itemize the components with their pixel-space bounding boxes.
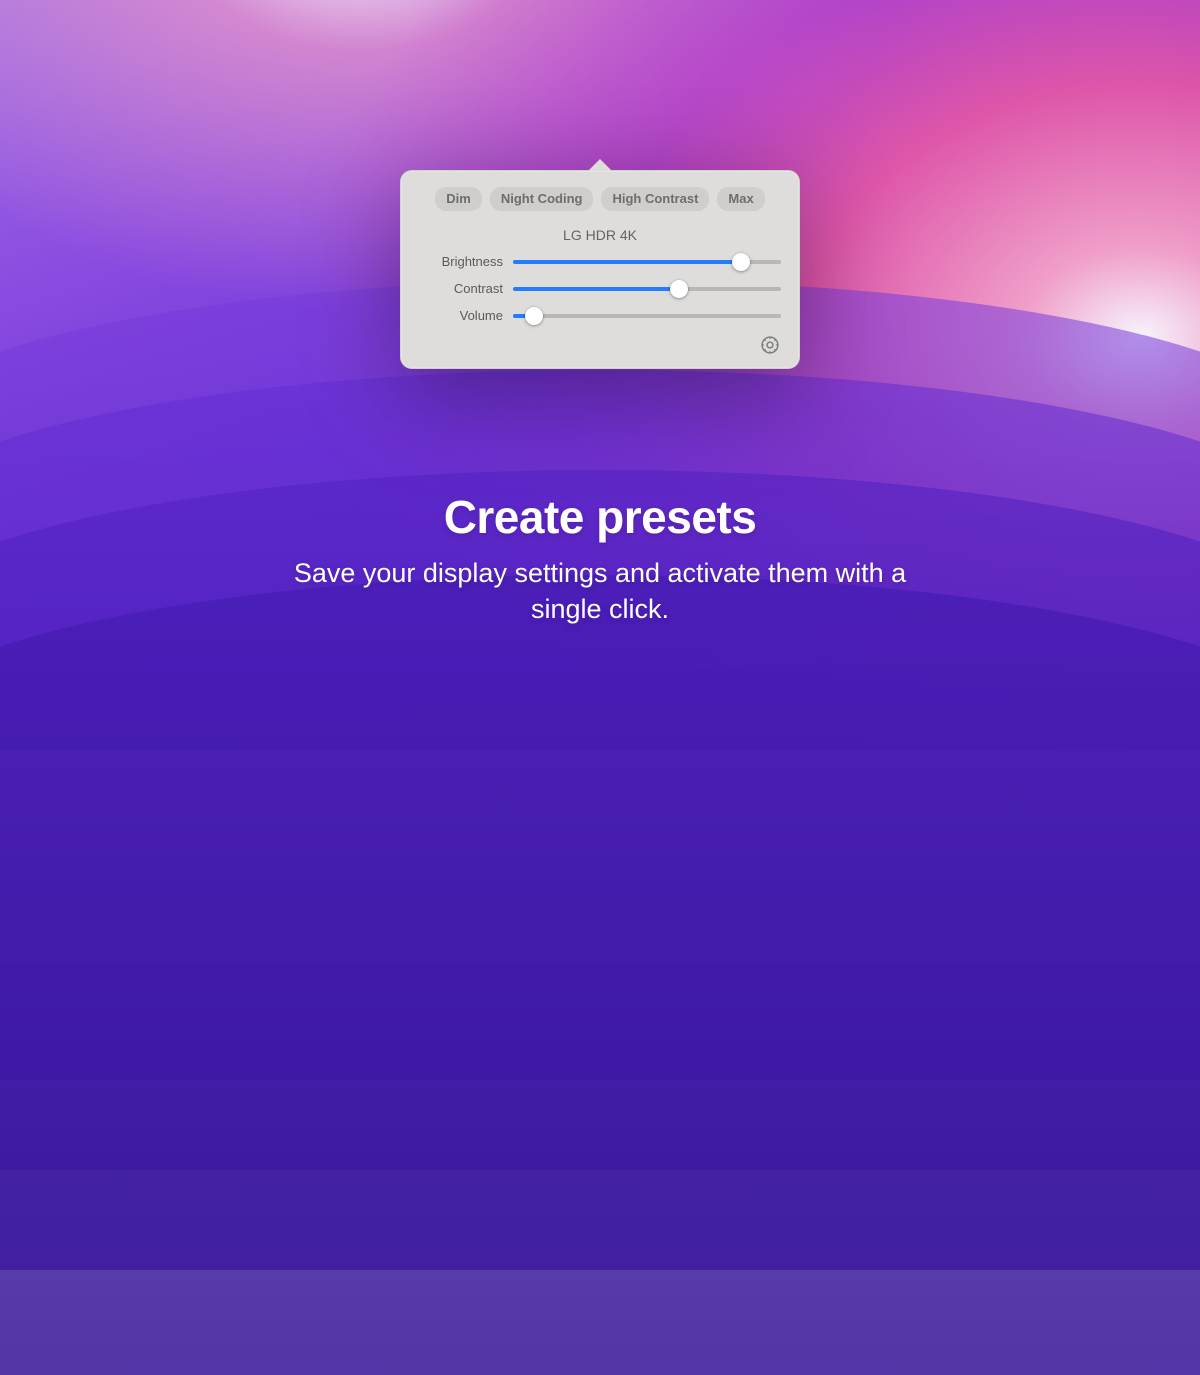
slider-row-brightness: Brightness bbox=[419, 253, 781, 271]
slider-track bbox=[513, 314, 781, 318]
popover-arrow bbox=[588, 159, 612, 171]
brightness-slider[interactable] bbox=[513, 253, 781, 271]
marketing-heading: Create presets bbox=[444, 490, 757, 544]
slider-label: Volume bbox=[419, 308, 513, 323]
slider-knob[interactable] bbox=[525, 307, 543, 325]
slider-knob[interactable] bbox=[732, 253, 750, 271]
marketing-subheading: Save your display settings and activate … bbox=[280, 555, 920, 628]
slider-label: Brightness bbox=[419, 254, 513, 269]
slider-fill bbox=[513, 287, 679, 291]
panel-footer bbox=[419, 334, 781, 356]
device-name-label: LG HDR 4K bbox=[419, 227, 781, 243]
settings-panel: Dim Night Coding High Contrast Max LG HD… bbox=[400, 170, 800, 369]
contrast-slider[interactable] bbox=[513, 280, 781, 298]
slider-row-contrast: Contrast bbox=[419, 280, 781, 298]
preset-pill-high-contrast[interactable]: High Contrast bbox=[601, 187, 709, 211]
slider-row-volume: Volume bbox=[419, 307, 781, 325]
preset-pill-max[interactable]: Max bbox=[717, 187, 764, 211]
wallpaper-wave bbox=[0, 575, 1200, 1375]
presets-row: Dim Night Coding High Contrast Max bbox=[419, 187, 781, 211]
desktop-wallpaper bbox=[0, 0, 1200, 750]
slider-label: Contrast bbox=[419, 281, 513, 296]
volume-slider[interactable] bbox=[513, 307, 781, 325]
settings-popover: Dim Night Coding High Contrast Max LG HD… bbox=[400, 170, 800, 369]
preset-pill-dim[interactable]: Dim bbox=[435, 187, 482, 211]
slider-fill bbox=[513, 260, 741, 264]
slider-knob[interactable] bbox=[670, 280, 688, 298]
gear-icon[interactable] bbox=[759, 334, 781, 356]
preset-pill-night-coding[interactable]: Night Coding bbox=[490, 187, 594, 211]
